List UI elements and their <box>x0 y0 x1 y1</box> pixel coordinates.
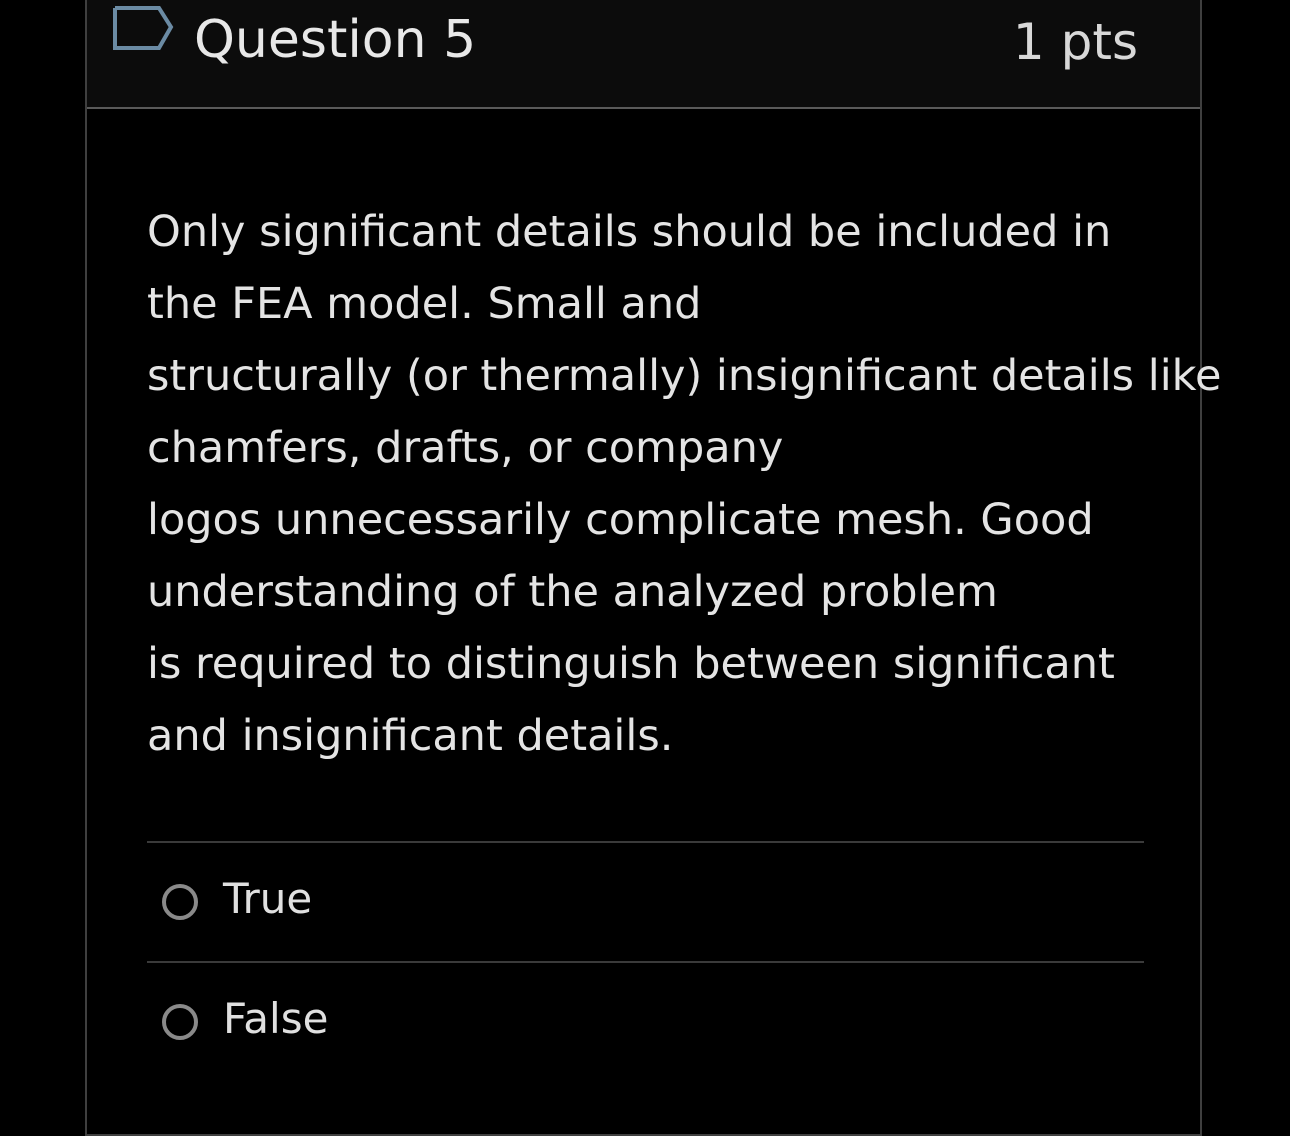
question-text-line: structurally (or thermally) insignifican… <box>147 351 1222 401</box>
question-text-line: chamfers, drafts, or company <box>147 423 784 473</box>
answer-list: True False <box>147 841 1144 1081</box>
question-text-line: understanding of the analyzed problem <box>147 567 998 617</box>
flag-question-icon[interactable] <box>112 5 174 55</box>
answer-option-true[interactable]: True <box>147 841 1144 961</box>
question-text-line: logos unnecessarily complicate mesh. Goo… <box>147 495 1094 545</box>
question-text-line: the FEA model. Small and <box>147 279 702 329</box>
question-text-line: Only significant details should be inclu… <box>147 207 1112 257</box>
question-header: Question 5 1 pts <box>87 0 1200 109</box>
question-card: Question 5 1 pts Only significant detail… <box>85 0 1222 1136</box>
answer-option-false[interactable]: False <box>147 961 1144 1081</box>
question-text-line: and insignificant details. <box>147 711 674 761</box>
answer-label-true[interactable]: True <box>223 873 312 925</box>
question-text: Only significant details should be inclu… <box>147 196 1222 772</box>
radio-button-false[interactable] <box>162 1004 198 1040</box>
question-text-line: is required to distinguish between signi… <box>147 639 1115 689</box>
question-title: Question 5 <box>194 10 477 70</box>
answer-label-false[interactable]: False <box>223 993 328 1045</box>
radio-button-true[interactable] <box>162 884 198 920</box>
question-points: 1 pts <box>1012 13 1138 71</box>
